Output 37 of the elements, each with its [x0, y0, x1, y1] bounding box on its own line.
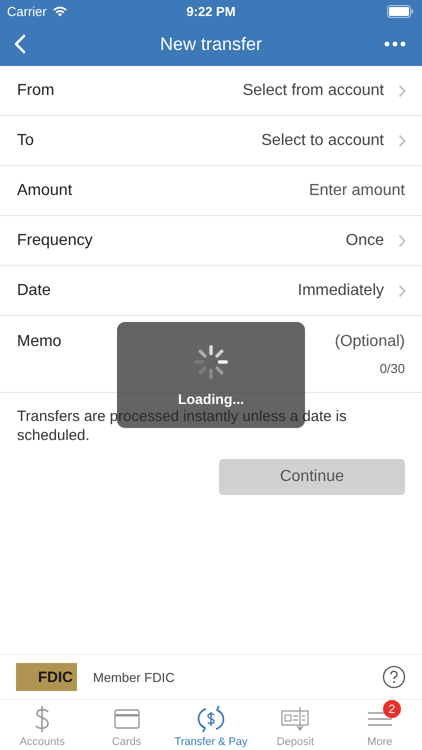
character-counter: 0/30	[380, 360, 405, 376]
check-deposit-icon	[281, 706, 310, 732]
status-time: 9:22 PM	[186, 4, 236, 18]
select-field[interactable]: Once	[346, 232, 384, 250]
select-field[interactable]: Select to account	[261, 132, 384, 150]
battery-icon	[387, 4, 414, 18]
transfer-money-icon	[197, 705, 226, 733]
fdic-logo: FDIC	[16, 663, 77, 691]
tab-bar-item[interactable]: Accounts	[0, 700, 84, 750]
loading-text: Loading...	[178, 391, 244, 407]
screen-title: New transfer	[160, 34, 262, 54]
chevron-icon	[398, 84, 406, 98]
field-label: Memo	[17, 332, 62, 350]
back-icon[interactable]	[14, 34, 26, 54]
field-label: Amount	[17, 182, 72, 200]
amount-field[interactable]: Enter amount	[225, 182, 405, 200]
help-icon[interactable]	[382, 665, 406, 689]
notification-badge: 2	[382, 700, 401, 718]
field-label: To	[17, 132, 34, 150]
chevron-icon	[398, 234, 406, 248]
tab-bar-item[interactable]: Transfer & Pay	[168, 700, 254, 750]
tab-bar-item[interactable]: 2 More	[338, 700, 422, 750]
select-field[interactable]: Immediately	[298, 282, 384, 300]
field-label: Date	[17, 282, 51, 300]
field-label: From	[17, 82, 54, 100]
wifi-icon	[52, 5, 68, 17]
select-field[interactable]: Select from account	[242, 82, 384, 100]
chevron-icon	[398, 284, 406, 298]
spinner-icon	[192, 343, 230, 381]
field-label: Frequency	[17, 232, 93, 250]
tab-bar-item[interactable]: Deposit	[253, 700, 338, 750]
footer-text: Member FDIC	[93, 670, 175, 684]
tab-bar-item[interactable]: Cards	[84, 700, 169, 750]
chevron-icon	[398, 134, 406, 148]
carrier-name: Carrier	[7, 4, 47, 18]
more-icon[interactable]	[384, 41, 406, 47]
card-icon	[114, 709, 140, 729]
